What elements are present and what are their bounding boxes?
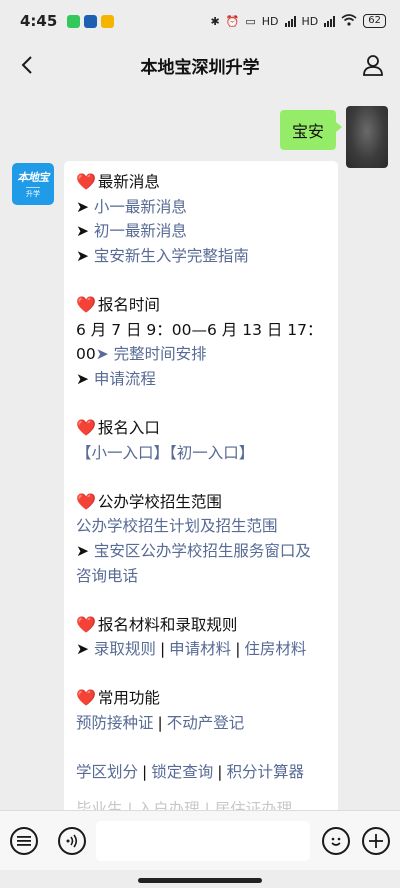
list-item: 00➤ 完整时间安排 [76, 345, 207, 364]
list-item: ➤ 初一最新消息 [76, 219, 328, 244]
section-heading: ❤️ 公办学校招生范围 [76, 491, 222, 511]
arrow-icon: ➤ [76, 246, 94, 265]
list-item: 咨询电话 [76, 564, 328, 589]
link-vaccination[interactable]: 预防接种证 [76, 714, 154, 732]
bluetooth-icon: ✱ [210, 14, 220, 28]
app-notification-icon [101, 14, 115, 28]
link-school-district[interactable]: 学区划分 [76, 763, 138, 781]
more-button[interactable] [362, 826, 390, 855]
my-message-bubble[interactable]: 宝安 [279, 110, 343, 150]
voice-icon [66, 834, 78, 847]
list-item: ➤ 小一最新消息 [76, 195, 328, 220]
status-app-icons [67, 14, 115, 28]
chat-title: 本地宝深圳升学 [140, 57, 260, 78]
arrow-icon: ➤ [76, 541, 94, 560]
alarm-icon: ⏰ [225, 14, 240, 28]
link-service-window-cont[interactable]: 咨询电话 [76, 567, 138, 585]
list-item: ➤ 录取规则 | 申请材料 | 住房材料 [76, 640, 307, 659]
input-bar [0, 810, 400, 870]
chat-header: 本地宝深圳升学 [0, 42, 400, 88]
signal-icon [284, 15, 296, 27]
section-heading: ❤️ 常用功能 [76, 688, 160, 708]
link-process[interactable]: 申请流程 [94, 370, 156, 388]
link-baoan-guide[interactable]: 宝安新生入学完整指南 [94, 247, 249, 265]
arrow-icon: ➤ [76, 640, 94, 659]
chat-area[interactable]: 宝安 本地宝 升学 ❤️ 最新消息 ➤ 小一最新消息 ➤ 初一最新消息 ➤ 宝安新… [0, 88, 400, 810]
app-notification-icon [84, 14, 98, 28]
list-item-cut-off: 毕业生 | 入户办理 | 居住证办理 [76, 799, 293, 810]
back-icon [21, 56, 32, 74]
home-indicator[interactable] [138, 878, 262, 883]
list-item: 【小一入口】【初一入口】 [76, 441, 328, 466]
emoji-button[interactable] [322, 826, 350, 855]
link-service-window[interactable]: 宝安区公办学校招生服务窗口及 [94, 542, 311, 560]
status-bar: 4:45 ✱ ⏰ ▭ HD HD 62 [0, 0, 400, 42]
arrow-icon: ➤ [76, 222, 94, 241]
heart-icon: ❤️ [76, 614, 96, 634]
link-housing-materials[interactable]: 住房材料 [244, 640, 306, 658]
plus-icon [369, 833, 383, 848]
link-primary-news[interactable]: 小一最新消息 [94, 198, 187, 216]
heart-icon: ❤️ [76, 417, 96, 437]
link-primary-entry[interactable]: 【小一入口】 [76, 444, 169, 462]
link-points-calculator[interactable]: 积分计算器 [227, 763, 305, 781]
list-item: 学区划分 | 锁定查询 | 积分计算器 [76, 763, 305, 782]
back-button[interactable] [14, 52, 40, 78]
voice-button[interactable] [58, 826, 86, 855]
bot-avatar-text: 本地宝 [17, 171, 49, 184]
arrow-icon: ➤ [76, 369, 94, 388]
arrow-icon: ➤ [76, 197, 94, 216]
section-heading: ❤️ 报名材料和录取规则 [76, 614, 238, 634]
cast-icon: ▭ [245, 14, 256, 28]
emoji-icon [331, 837, 341, 846]
section-heading: ❤️ 报名入口 [76, 417, 160, 437]
list-item: ➤ 宝安区公办学校招生服务窗口及 [76, 539, 328, 564]
chat-info-button[interactable] [360, 52, 386, 78]
bot-avatar-subtext: 升学 [26, 187, 40, 199]
link-property-registration[interactable]: 不动产登记 [167, 714, 245, 732]
app-notification-icon [67, 14, 81, 28]
message-input[interactable] [96, 820, 310, 861]
heart-icon: ❤️ [76, 688, 96, 708]
signal-icon [324, 15, 336, 27]
link-enrollment-plan[interactable]: 公办学校招生计划及招生范围 [76, 517, 278, 535]
link-lock-query[interactable]: 锁定查询 [151, 763, 213, 781]
user-icon [363, 55, 383, 76]
network-type-1: HD [261, 14, 279, 28]
link-junior-entry[interactable]: 【初一入口】 [169, 444, 254, 462]
status-indicators: ✱ ⏰ ▭ HD HD 62 [210, 13, 386, 29]
list-item: ➤ 宝安新生入学完整指南 [76, 244, 328, 269]
network-type-2: HD [301, 14, 319, 28]
status-time: 4:45 [20, 12, 58, 30]
section-heading: ❤️ 报名时间 [76, 294, 160, 314]
link-application-materials[interactable]: 申请材料 [169, 640, 231, 658]
battery-indicator: 62 [363, 14, 386, 28]
list-item: 公办学校招生计划及招生范围 [76, 514, 328, 539]
wifi-icon [341, 13, 357, 29]
section-heading: ❤️ 最新消息 [76, 172, 160, 191]
menu-list-icon [17, 835, 31, 846]
registration-time: 6 月 7 日 9：00—6 月 13 日 17： [76, 320, 323, 339]
link-junior-news[interactable]: 初一最新消息 [94, 222, 187, 240]
list-item: ➤ 申请流程 [76, 367, 328, 392]
menu-button[interactable] [10, 826, 38, 855]
link-admission-rules[interactable]: 录取规则 [94, 640, 156, 658]
arrow-icon: ➤ [95, 345, 114, 364]
my-message-row: 宝安 [279, 106, 388, 168]
bot-message-bubble: ❤️ 最新消息 ➤ 小一最新消息 ➤ 初一最新消息 ➤ 宝安新生入学完整指南 ❤️… [64, 161, 338, 810]
bot-avatar[interactable]: 本地宝 升学 [12, 163, 54, 205]
link-full-schedule[interactable]: 完整时间安排 [114, 345, 207, 363]
list-item: 预防接种证 | 不动产登记 [76, 714, 245, 733]
my-avatar[interactable] [346, 106, 388, 168]
heart-icon: ❤️ [76, 491, 96, 511]
heart-icon: ❤️ [76, 172, 96, 191]
heart-icon: ❤️ [76, 294, 96, 314]
